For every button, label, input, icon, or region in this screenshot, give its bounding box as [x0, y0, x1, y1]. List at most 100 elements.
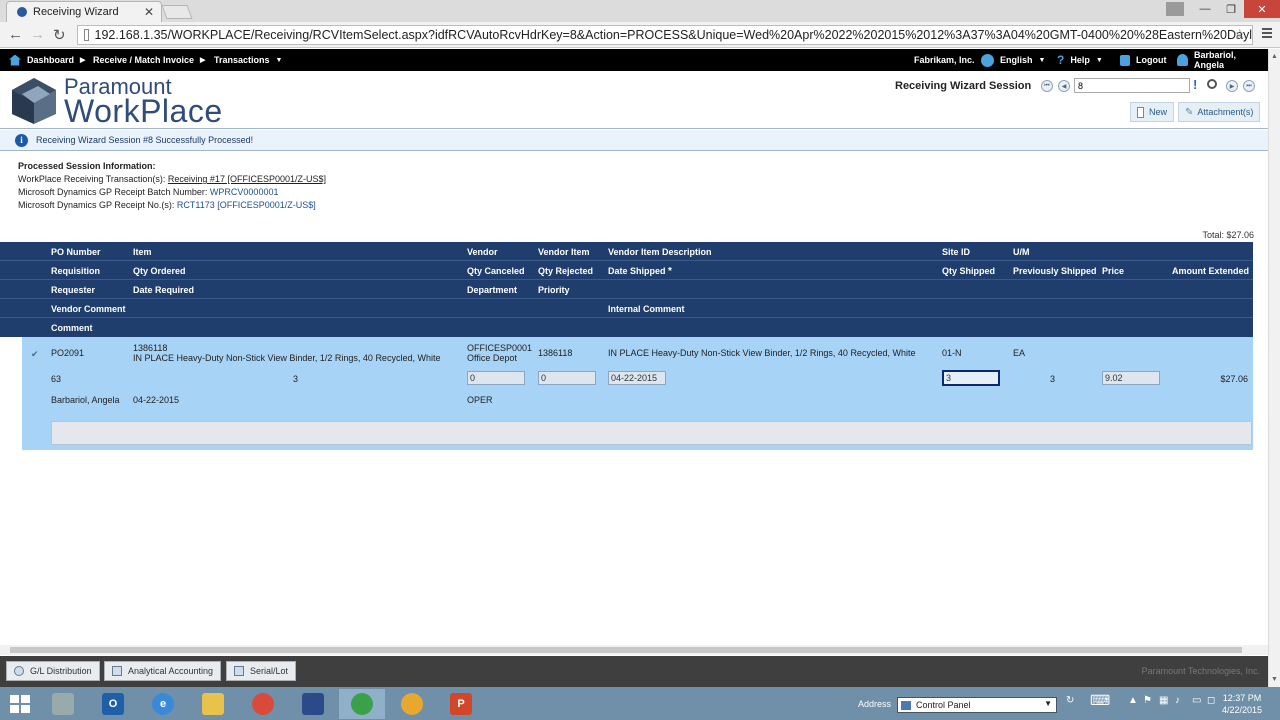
network-icon[interactable]: ▦	[1159, 695, 1168, 706]
taskbar-app-flower[interactable]	[389, 689, 435, 719]
cell-item-code[interactable]: 1386118	[133, 343, 167, 353]
next-record-icon[interactable]: ▶	[1226, 80, 1238, 92]
horizontal-scrollbar[interactable]	[0, 645, 1268, 655]
gl-label: G/L Distribution	[30, 666, 92, 676]
header-po-number[interactable]: PO Number	[51, 247, 101, 257]
volume-icon[interactable]: ♪	[1175, 695, 1180, 706]
new-tab-button[interactable]	[161, 5, 193, 19]
taskbar-explorer[interactable]	[190, 689, 236, 719]
taskbar-calculator[interactable]	[40, 689, 86, 719]
back-icon[interactable]: ←	[8, 26, 23, 43]
processed-session-info: Processed Session Information: WorkPlace…	[18, 160, 326, 212]
browser-tab[interactable]: Receiving Wizard ✕	[6, 1, 162, 22]
nav-transactions[interactable]: Transactions ▼	[214, 49, 282, 71]
header-amount-extended[interactable]: Amount Extended	[1172, 266, 1249, 276]
cell-vendor-id[interactable]: OFFICESP0001	[467, 343, 532, 353]
header-qty-canceled[interactable]: Qty Canceled	[467, 266, 525, 276]
header-um[interactable]: U/M	[1013, 247, 1030, 257]
header-qty-rejected[interactable]: Qty Rejected	[538, 266, 593, 276]
company-name[interactable]: Fabrikam, Inc.	[914, 49, 975, 71]
analytical-accounting-button[interactable]: Analytical Accounting	[104, 661, 222, 681]
taskbar-address-input[interactable]: Control Panel ▼	[897, 697, 1057, 713]
maximize-icon[interactable]: ❐	[1218, 0, 1244, 18]
price-input[interactable]	[1102, 371, 1160, 385]
windows-start-icon[interactable]	[10, 695, 30, 713]
scroll-up-icon[interactable]: ▲	[1271, 53, 1278, 60]
header-item[interactable]: Item	[133, 247, 152, 257]
chevron-down-icon[interactable]: ▼	[1044, 699, 1052, 708]
power-icon[interactable]: ▭	[1192, 695, 1201, 706]
serial-lot-button[interactable]: Serial/Lot	[226, 661, 297, 681]
clock-time: 12:37 PM	[1222, 693, 1262, 703]
taskbar-outlook[interactable]: O	[90, 689, 136, 719]
notification-icon[interactable]: ◻	[1207, 695, 1215, 706]
header-vendor-comment[interactable]: Vendor Comment	[51, 304, 126, 314]
bookmark-star-icon[interactable]: ☆	[1233, 26, 1246, 43]
header-vendor-item[interactable]: Vendor Item	[538, 247, 590, 257]
header-department[interactable]: Department	[467, 285, 517, 295]
scrollbar-thumb[interactable]	[10, 647, 1242, 653]
header-date-shipped[interactable]: Date Shipped *	[608, 266, 672, 277]
tray-chevron-icon[interactable]: ▲	[1128, 695, 1138, 706]
qty-canceled-input[interactable]	[467, 371, 525, 385]
scroll-down-icon[interactable]: ▼	[1271, 676, 1278, 683]
user-menu[interactable]: Barbariol, Angela	[1177, 49, 1268, 71]
batch-number-link[interactable]: WPRCV0000001	[210, 187, 279, 197]
refresh-icon[interactable]: ↻	[1066, 695, 1074, 706]
taskbar-chrome-active[interactable]	[339, 689, 385, 719]
header-qty-shipped[interactable]: Qty Shipped	[942, 266, 995, 276]
new-button[interactable]: New	[1130, 102, 1174, 122]
header-vendor[interactable]: Vendor	[467, 247, 498, 257]
reload-icon[interactable]: ↻	[53, 26, 66, 44]
header-qty-ordered[interactable]: Qty Ordered	[133, 266, 186, 276]
taskbar-chrome[interactable]	[240, 689, 286, 719]
taskbar-powerpoint[interactable]: P	[438, 689, 484, 719]
header-requester[interactable]: Requester	[51, 285, 95, 295]
qty-shipped-input[interactable]	[942, 370, 1000, 386]
cell-vendor-item: 1386118	[538, 348, 573, 358]
cell-requisition[interactable]: 63	[51, 374, 61, 384]
url-input[interactable]: 192.168.1.35/WORKPLACE/Receiving/RCVItem…	[77, 25, 1253, 45]
gl-distribution-button[interactable]: G/L Distribution	[6, 661, 100, 681]
taskbar-clock[interactable]: 12:37 PM 4/22/2015	[1222, 692, 1262, 716]
browser-menu-icon[interactable]	[1262, 28, 1272, 40]
first-record-icon[interactable]: ⏮	[1041, 80, 1053, 92]
nav-dashboard[interactable]: Dashboard ▶	[9, 49, 85, 71]
receiving-transaction-link[interactable]: Receiving #17 [OFFICESP0001/Z-US$]	[168, 174, 326, 184]
header-comment[interactable]: Comment	[51, 323, 93, 333]
logout-button[interactable]: Logout	[1120, 49, 1167, 71]
taskbar-ie[interactable]: e	[140, 689, 186, 719]
comment-textarea[interactable]	[51, 421, 1252, 445]
date-shipped-input[interactable]	[608, 371, 666, 385]
last-record-icon[interactable]: ⏭	[1243, 80, 1255, 92]
taskbar-dynamics[interactable]	[290, 689, 336, 719]
flag-icon[interactable]: ⚑	[1143, 695, 1152, 706]
header-price[interactable]: Price	[1102, 266, 1124, 276]
help-menu[interactable]: ? Help ▼	[1057, 49, 1103, 71]
header-requisition[interactable]: Requisition	[51, 266, 100, 276]
minimize-icon[interactable]: —	[1192, 0, 1218, 18]
header-internal-comment[interactable]: Internal Comment	[608, 304, 685, 314]
previous-record-icon[interactable]: ◀	[1058, 80, 1070, 92]
vertical-scrollbar[interactable]: ▲ ▼	[1268, 49, 1280, 687]
attachments-button[interactable]: ✎ Attachment(s)	[1178, 102, 1260, 122]
paramount-workplace-logo[interactable]: Paramount WorkPlace	[8, 74, 248, 129]
header-date-required[interactable]: Date Required	[133, 285, 194, 295]
qty-rejected-input[interactable]	[538, 371, 596, 385]
header-site-id[interactable]: Site ID	[942, 247, 970, 257]
header-priority[interactable]: Priority	[538, 285, 570, 295]
search-icon[interactable]	[1207, 79, 1217, 89]
header-previously-shipped[interactable]: Previously Shipped	[1013, 266, 1097, 276]
session-number-input[interactable]	[1074, 78, 1190, 93]
keyboard-icon[interactable]: ⌨	[1090, 692, 1110, 709]
forward-icon[interactable]: →	[30, 26, 45, 43]
tab-close-icon[interactable]: ✕	[144, 5, 154, 19]
nav-receive-match[interactable]: Receive / Match Invoice ▶	[93, 49, 205, 71]
language-selector[interactable]: English ▼	[981, 49, 1045, 71]
header-vendor-item-desc[interactable]: Vendor Item Description	[608, 247, 712, 257]
cell-po-number[interactable]: PO2091	[51, 348, 84, 358]
browser-profile-icon[interactable]	[1166, 2, 1184, 16]
paperclip-icon: ✎	[1185, 106, 1194, 118]
receipt-number-link[interactable]: RCT1173 [OFFICESP0001/Z-US$]	[177, 200, 316, 210]
window-close-icon[interactable]: ✕	[1244, 0, 1280, 18]
